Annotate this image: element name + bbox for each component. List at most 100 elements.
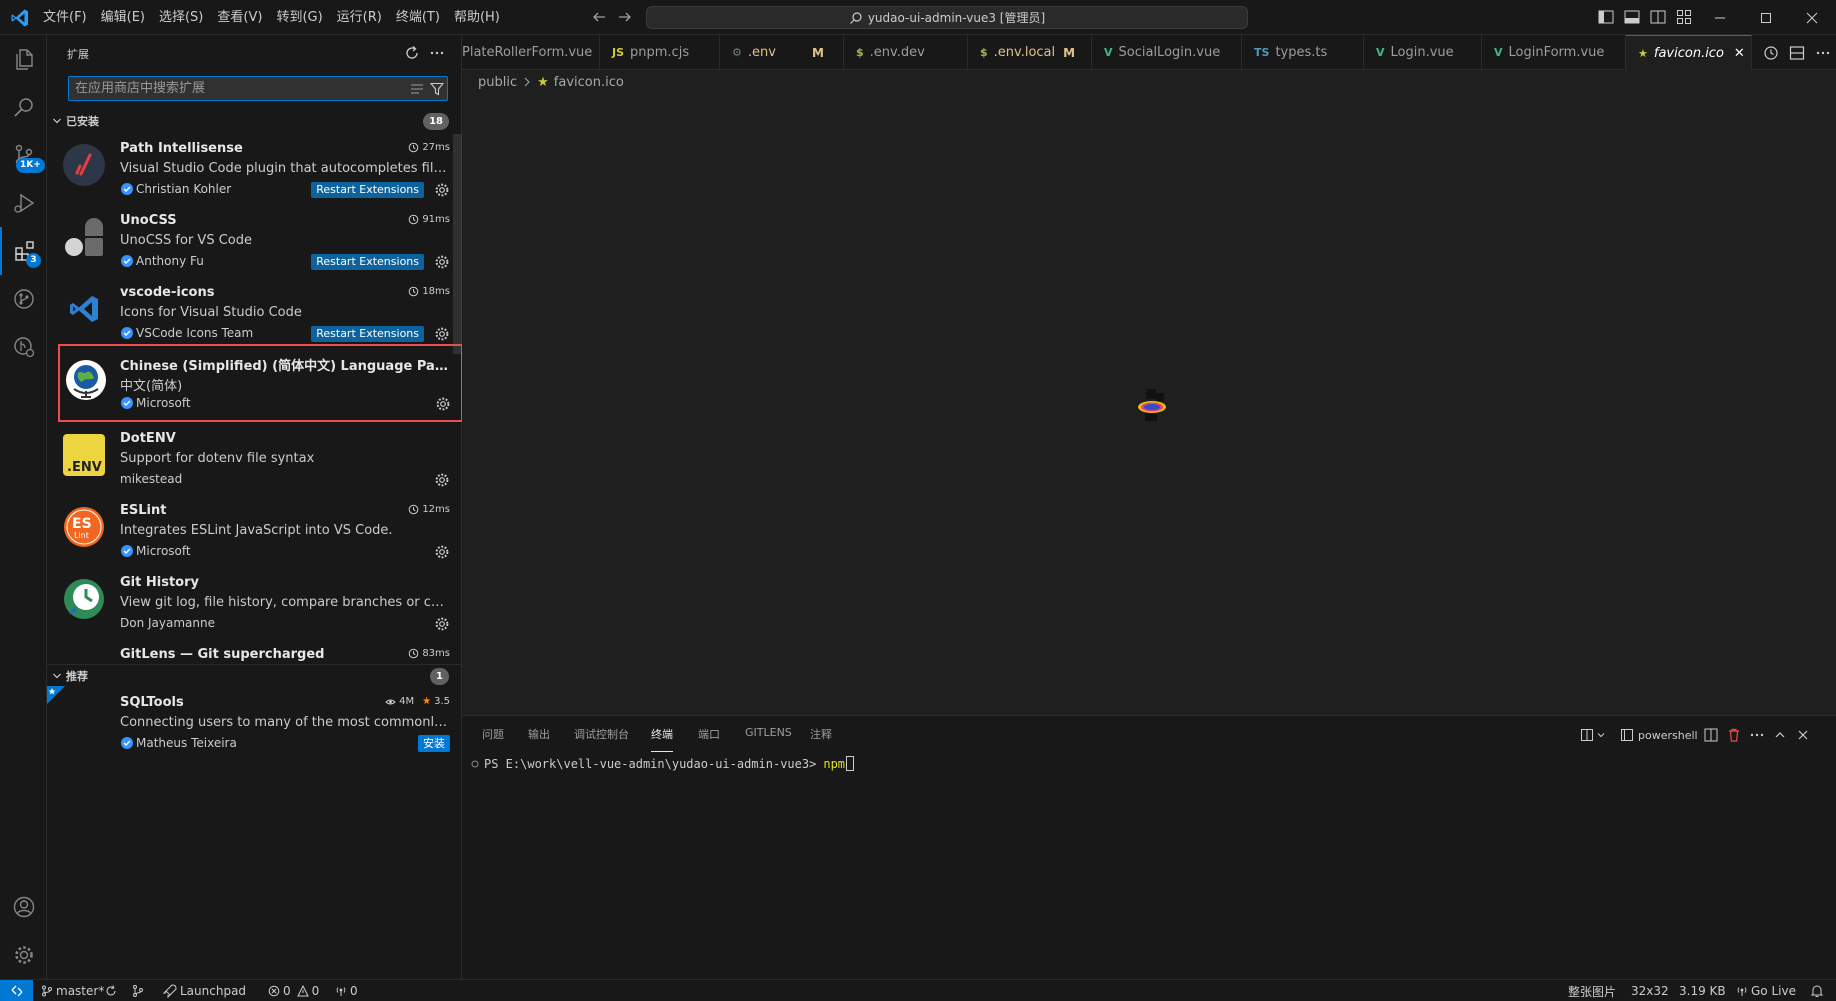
trash-icon[interactable] bbox=[1726, 726, 1742, 744]
git-graph-status-icon[interactable] bbox=[131, 980, 145, 1001]
back-arrow-icon[interactable] bbox=[590, 8, 608, 26]
menu-view[interactable]: 查看(V) bbox=[210, 6, 269, 30]
restart-extensions-button[interactable]: Restart Extensions bbox=[311, 182, 424, 198]
minimize-button[interactable] bbox=[1697, 0, 1743, 35]
gear-icon[interactable] bbox=[434, 544, 450, 560]
gear-icon[interactable] bbox=[434, 326, 450, 342]
tab-login-vue[interactable]: V Login.vue bbox=[1364, 35, 1482, 70]
panel-tab-problems[interactable]: 问题 bbox=[482, 726, 504, 752]
extensions-button[interactable]: 3 bbox=[0, 227, 47, 275]
toggle-panel-icon[interactable] bbox=[1623, 8, 1641, 26]
panel-tab-ports[interactable]: 端口 bbox=[698, 726, 720, 752]
tab-env-local[interactable]: $ .env.local M bbox=[968, 35, 1092, 70]
maximize-button[interactable] bbox=[1743, 0, 1789, 35]
menu-help[interactable]: 帮助(H) bbox=[447, 6, 507, 30]
tab-env[interactable]: ⚙ .env M bbox=[720, 35, 844, 70]
extension-item-vscode-icons[interactable]: vscode-icons Icons for Visual Studio Cod… bbox=[47, 276, 462, 348]
problems-item[interactable]: 0 0 bbox=[268, 980, 319, 1001]
menu-run[interactable]: 运行(R) bbox=[330, 6, 389, 30]
sidebar-scrollbar[interactable] bbox=[453, 134, 462, 354]
extension-item-unocss[interactable]: UnoCSS UnoCSS for VS Code Anthony Fu 91m… bbox=[47, 204, 462, 276]
menu-go[interactable]: 转到(G) bbox=[269, 6, 329, 30]
panel-tab-terminal[interactable]: 终端 bbox=[651, 726, 673, 752]
more-actions-icon[interactable] bbox=[1749, 726, 1765, 744]
tab-types-ts[interactable]: TS types.ts bbox=[1242, 35, 1364, 70]
maximize-panel-icon[interactable] bbox=[1772, 726, 1788, 744]
explorer-button[interactable] bbox=[0, 35, 47, 83]
close-window-button[interactable] bbox=[1789, 0, 1835, 35]
close-tab-icon[interactable]: ✕ bbox=[1734, 46, 1745, 61]
breadcrumb-file[interactable]: favicon.ico bbox=[554, 75, 624, 90]
toggle-secondary-sidebar-icon[interactable] bbox=[1649, 8, 1667, 26]
image-dimensions-item: 32x32 bbox=[1631, 984, 1669, 998]
file-size-item: 3.19 KB bbox=[1679, 984, 1726, 998]
tab-pnpm-cjs[interactable]: JS pnpm.cjs bbox=[600, 35, 720, 70]
split-editor-icon[interactable] bbox=[1788, 44, 1806, 62]
extension-item-git-history[interactable]: Git History View git log, file history, … bbox=[47, 566, 462, 638]
tab-login-form[interactable]: V LoginForm.vue bbox=[1482, 35, 1626, 70]
installed-section-header[interactable]: 已安装 18 bbox=[47, 110, 462, 132]
new-terminal-dropdown[interactable] bbox=[1580, 726, 1606, 744]
extension-item-path-intellisense[interactable]: Path Intellisense Visual Studio Code plu… bbox=[47, 132, 462, 204]
extension-item-eslint[interactable]: ES Lint ESLint Integrates ESLint JavaScri… bbox=[47, 494, 462, 566]
run-debug-button[interactable] bbox=[0, 179, 47, 227]
gear-icon[interactable] bbox=[434, 182, 450, 198]
gear-icon[interactable] bbox=[435, 396, 451, 412]
download-count: 4M bbox=[399, 696, 415, 707]
terminal-line[interactable]: PS E:\work\vell-vue-admin\yudao-ui-admin… bbox=[470, 756, 855, 771]
git-branch-item[interactable]: master* bbox=[41, 980, 104, 1001]
command-center[interactable]: yudao-ui-admin-vue3 [管理员] bbox=[646, 6, 1248, 29]
extension-item-gitlens[interactable]: GitLens — Git supercharged 83ms bbox=[47, 638, 462, 663]
filter-icon[interactable] bbox=[430, 82, 444, 96]
customize-layout-icon[interactable] bbox=[1675, 8, 1693, 26]
search-view-button[interactable] bbox=[0, 83, 47, 131]
extension-item-sqltools[interactable]: SQLTools Connecting users to many of the… bbox=[47, 686, 462, 758]
tab-env-dev[interactable]: $ .env.dev bbox=[844, 35, 968, 70]
panel-tab-output[interactable]: 输出 bbox=[528, 726, 550, 752]
panel-tab-debug-console[interactable]: 调试控制台 bbox=[574, 726, 629, 752]
terminal-instance-powershell[interactable]: powershell bbox=[1620, 726, 1698, 744]
ports-item[interactable]: 0 bbox=[335, 980, 358, 1001]
image-zoom-item[interactable]: 整张图片 bbox=[1568, 980, 1616, 1001]
menu-edit[interactable]: 编辑(E) bbox=[94, 6, 152, 30]
refresh-icon[interactable] bbox=[403, 44, 421, 62]
more-actions-icon[interactable] bbox=[1814, 44, 1832, 62]
remote-indicator-button[interactable] bbox=[0, 980, 33, 1001]
tab-plateroller-form[interactable]: PlateRollerForm.vue bbox=[462, 35, 600, 70]
toggle-primary-sidebar-icon[interactable] bbox=[1597, 8, 1615, 26]
breadcrumb-folder[interactable]: public bbox=[478, 75, 517, 90]
extension-item-dotenv[interactable]: .ENV DotENV Support for dotenv file synt… bbox=[47, 422, 462, 494]
gear-icon[interactable] bbox=[434, 472, 450, 488]
tab-social-login[interactable]: V SocialLogin.vue bbox=[1092, 35, 1242, 70]
menu-selection[interactable]: 选择(S) bbox=[152, 6, 210, 30]
extension-item-chinese-language-pack[interactable]: Chinese (Simplified) (简体中文) Language Pac… bbox=[58, 344, 463, 422]
git-graph-button[interactable] bbox=[0, 275, 47, 323]
recommended-section-header[interactable]: 推荐 1 bbox=[47, 664, 462, 686]
extension-search-input[interactable] bbox=[69, 77, 389, 100]
go-live-item[interactable]: Go Live bbox=[1736, 980, 1796, 1001]
accounts-button[interactable] bbox=[0, 883, 47, 931]
timeline-history-icon[interactable] bbox=[1762, 44, 1780, 62]
gear-icon[interactable] bbox=[434, 616, 450, 632]
notifications-bell-icon[interactable] bbox=[1810, 980, 1824, 1001]
clear-filter-icon[interactable] bbox=[410, 82, 424, 96]
manage-button[interactable] bbox=[0, 931, 47, 979]
menu-file[interactable]: 文件(F) bbox=[36, 6, 94, 30]
install-button[interactable]: 安装 bbox=[418, 735, 450, 752]
more-actions-icon[interactable] bbox=[428, 44, 446, 62]
panel-tab-comments[interactable]: 注释 bbox=[810, 726, 832, 752]
restart-extensions-button[interactable]: Restart Extensions bbox=[311, 326, 424, 342]
extension-publisher: Matheus Teixeira bbox=[120, 736, 237, 750]
gitlens-button[interactable] bbox=[0, 323, 47, 371]
launchpad-item[interactable]: Launchpad bbox=[163, 980, 246, 1001]
panel-tab-gitlens[interactable]: GITLENS bbox=[745, 726, 792, 752]
sync-icon[interactable] bbox=[104, 980, 118, 1001]
gear-icon[interactable] bbox=[434, 254, 450, 270]
tab-favicon[interactable]: ★ favicon.ico ✕ bbox=[1626, 35, 1752, 70]
forward-arrow-icon[interactable] bbox=[616, 8, 634, 26]
restart-extensions-button[interactable]: Restart Extensions bbox=[311, 254, 424, 270]
split-terminal-icon[interactable] bbox=[1703, 726, 1719, 744]
source-control-button[interactable]: 1K+ bbox=[0, 131, 47, 179]
close-panel-icon[interactable] bbox=[1795, 726, 1811, 744]
menu-terminal[interactable]: 终端(T) bbox=[389, 6, 447, 30]
